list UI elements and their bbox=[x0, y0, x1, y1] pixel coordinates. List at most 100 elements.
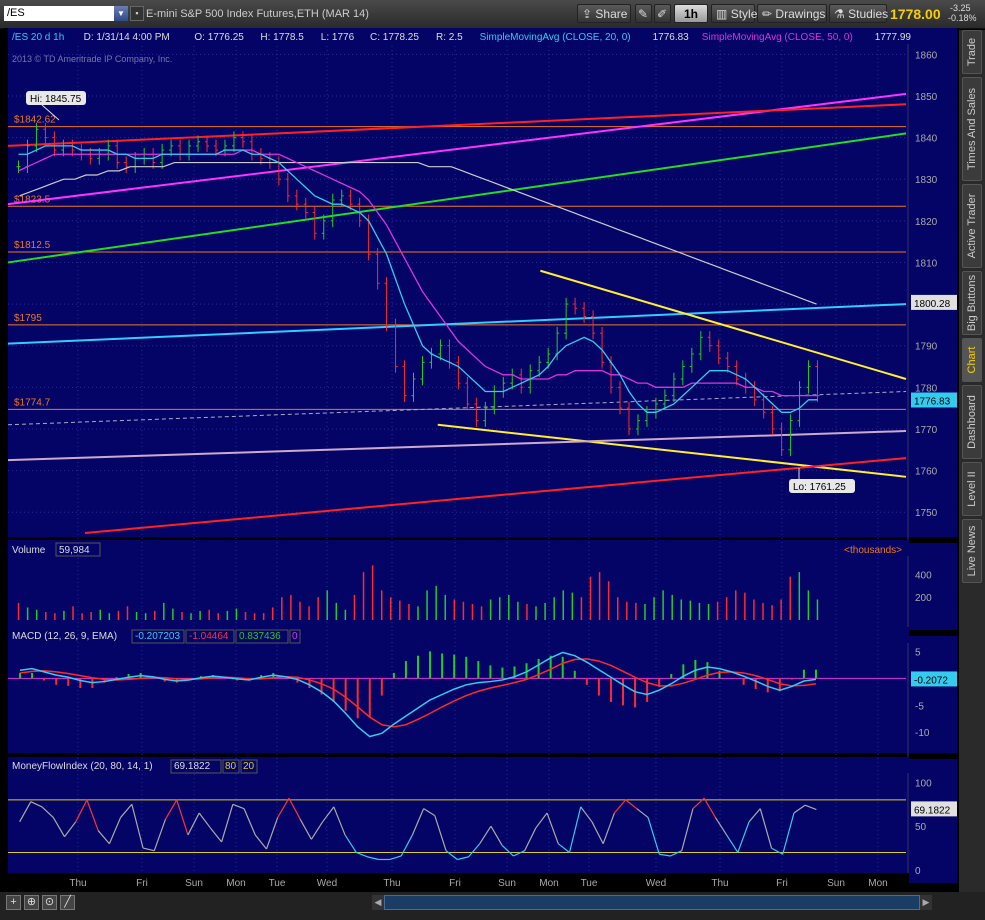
price-tick-label: 1770 bbox=[915, 425, 938, 436]
tab-label: Big Buttons bbox=[966, 274, 978, 332]
header-symbol-period: /ES 20 d 1h bbox=[12, 32, 64, 43]
macd-avg: -1.04464 bbox=[189, 631, 229, 642]
tab-times-and-sales[interactable]: Times And Sales bbox=[962, 77, 982, 181]
drawings-label: Drawings bbox=[775, 7, 826, 21]
cursor-tool-icon[interactable]: ✐ bbox=[654, 4, 671, 23]
symbol-input[interactable]: /ES bbox=[4, 6, 114, 21]
zoom-fit-icon[interactable]: ⊙ bbox=[42, 895, 57, 910]
scroll-right-icon[interactable]: ▶ bbox=[920, 895, 932, 910]
mfi-tick-label: 0 bbox=[915, 866, 921, 877]
macd-value: -0.207203 bbox=[135, 631, 180, 642]
share-button[interactable]: ⇪ Share bbox=[577, 4, 631, 23]
tab-level-ii[interactable]: Level II bbox=[962, 462, 982, 516]
x-tick-label: Tue bbox=[581, 878, 598, 889]
scroll-left-icon[interactable]: ◀ bbox=[372, 895, 384, 910]
tab-label: Trade bbox=[966, 37, 978, 67]
header-sma20-label: SimpleMovingAvg (CLOSE, 20, 0) bbox=[480, 32, 631, 43]
x-tick-label: Mon bbox=[868, 878, 887, 889]
x-tick-label: Fri bbox=[776, 878, 788, 889]
zoom-in-icon[interactable]: + bbox=[6, 895, 21, 910]
price-tick-label: 1840 bbox=[915, 134, 938, 145]
tab-label: Chart bbox=[966, 346, 978, 374]
tab-live-news[interactable]: Live News bbox=[962, 519, 982, 583]
header-sma50-label: SimpleMovingAvg (CLOSE, 50, 0) bbox=[702, 32, 853, 43]
mfi-oversold: 20 bbox=[243, 761, 255, 772]
percent-change: -0.18% bbox=[948, 13, 977, 23]
header-close: C: 1778.25 bbox=[370, 32, 419, 43]
header-low: L: 1776 bbox=[321, 32, 355, 43]
chart-area[interactable]: 1750176017701780179018001810182018301840… bbox=[4, 28, 959, 890]
time-scrollbar[interactable] bbox=[384, 895, 920, 910]
style-icon: ▥ bbox=[716, 7, 728, 21]
studies-label: Studies bbox=[848, 7, 889, 21]
tab-label: Level II bbox=[966, 471, 978, 507]
pencil-icon: ✏ bbox=[762, 7, 773, 21]
horizontal-level-label: $1842.62 bbox=[14, 115, 56, 126]
horizontal-level-label: $1812.5 bbox=[14, 240, 51, 251]
timeframe-button[interactable]: 1h bbox=[674, 4, 708, 23]
mfi-overbought: 80 bbox=[225, 761, 237, 772]
mfi-title: MoneyFlowIndex (20, 80, 14, 1) bbox=[12, 761, 153, 772]
macd-diff: 0.837436 bbox=[239, 631, 281, 642]
panel-background-mfi bbox=[8, 756, 957, 883]
price-tick-label: 1820 bbox=[915, 217, 938, 228]
price-tick-label: 1760 bbox=[915, 467, 938, 478]
macd-current-label: -0.2072 bbox=[914, 675, 948, 686]
tab-trade[interactable]: Trade bbox=[962, 30, 982, 74]
share-label: Share bbox=[595, 7, 628, 21]
style-button[interactable]: ▥ Style bbox=[711, 4, 758, 23]
tab-big-buttons[interactable]: Big Buttons bbox=[962, 271, 982, 335]
price-marker-1800: 1800.28 bbox=[914, 299, 951, 310]
price-tick-label: 1810 bbox=[915, 258, 938, 269]
x-tick-label: Fri bbox=[136, 878, 148, 889]
mfi-current-label: 69.1822 bbox=[914, 805, 951, 816]
header-open: O: 1776.25 bbox=[194, 32, 244, 43]
volume-value: 59,984 bbox=[59, 545, 90, 556]
x-tick-label: Thu bbox=[711, 878, 728, 889]
volume-title: Volume bbox=[12, 545, 46, 556]
tab-label: Times And Sales bbox=[966, 87, 978, 171]
symbol-dropdown-icon[interactable]: ▼ bbox=[114, 6, 128, 21]
header-sma50-value: 1777.99 bbox=[875, 32, 912, 43]
horizontal-level-label: $1774.7 bbox=[14, 397, 51, 408]
header-high: H: 1778.5 bbox=[260, 32, 304, 43]
macd-tick-label: -5 bbox=[915, 701, 924, 712]
mfi-tick-label: 100 bbox=[915, 778, 932, 789]
x-tick-label: Tue bbox=[269, 878, 286, 889]
studies-button[interactable]: ⚗ Studies bbox=[829, 4, 889, 23]
link-icon[interactable]: ▪ bbox=[130, 6, 144, 21]
price-tick-label: 1790 bbox=[915, 342, 938, 353]
header-sma20-value: 1776.83 bbox=[653, 32, 690, 43]
x-tick-label: Mon bbox=[226, 878, 245, 889]
last-price: 1778.00 bbox=[890, 6, 941, 22]
macd-tick-label: -10 bbox=[915, 728, 930, 739]
volume-units: <thousands> bbox=[844, 545, 902, 556]
zoom-out-icon[interactable]: ⊕ bbox=[24, 895, 39, 910]
price-tick-label: 1750 bbox=[915, 508, 938, 519]
style-label: Style bbox=[730, 7, 758, 21]
studies-icon: ⚗ bbox=[834, 7, 845, 21]
mfi-value: 69.1822 bbox=[174, 761, 211, 772]
mfi-tick-label: 50 bbox=[915, 822, 927, 833]
x-tick-label: Wed bbox=[317, 878, 337, 889]
drawings-button[interactable]: ✏ Drawings bbox=[757, 4, 827, 23]
macd-tick-label: 5 bbox=[915, 647, 921, 658]
tab-label: Active Trader bbox=[966, 193, 978, 259]
header-date: D: 1/31/14 4:00 PM bbox=[84, 32, 170, 43]
tab-active-trader[interactable]: Active Trader bbox=[962, 184, 982, 268]
tab-dashboard[interactable]: Dashboard bbox=[962, 385, 982, 459]
top-toolbar: /ES ▼ ▪ E-mini S&P 500 Index Futures,ETH… bbox=[0, 0, 985, 29]
header-range: R: 2.5 bbox=[436, 32, 463, 43]
tab-label: Dashboard bbox=[966, 395, 978, 449]
share-icon: ⇪ bbox=[582, 7, 593, 21]
x-tick-label: Mon bbox=[539, 878, 558, 889]
horizontal-level-label: $1795 bbox=[14, 313, 42, 324]
x-tick-label: Wed bbox=[646, 878, 666, 889]
price-tick-label: 1850 bbox=[915, 92, 938, 103]
hi-label: Hi: 1845.75 bbox=[30, 94, 82, 105]
drawing-tool-icon[interactable]: ╱ bbox=[60, 895, 75, 910]
tab-chart[interactable]: Chart bbox=[962, 338, 982, 382]
crosshair-tool-icon[interactable]: ✎ bbox=[635, 4, 652, 23]
x-tick-label: Fri bbox=[449, 878, 461, 889]
net-change: -3.25 bbox=[950, 3, 971, 13]
